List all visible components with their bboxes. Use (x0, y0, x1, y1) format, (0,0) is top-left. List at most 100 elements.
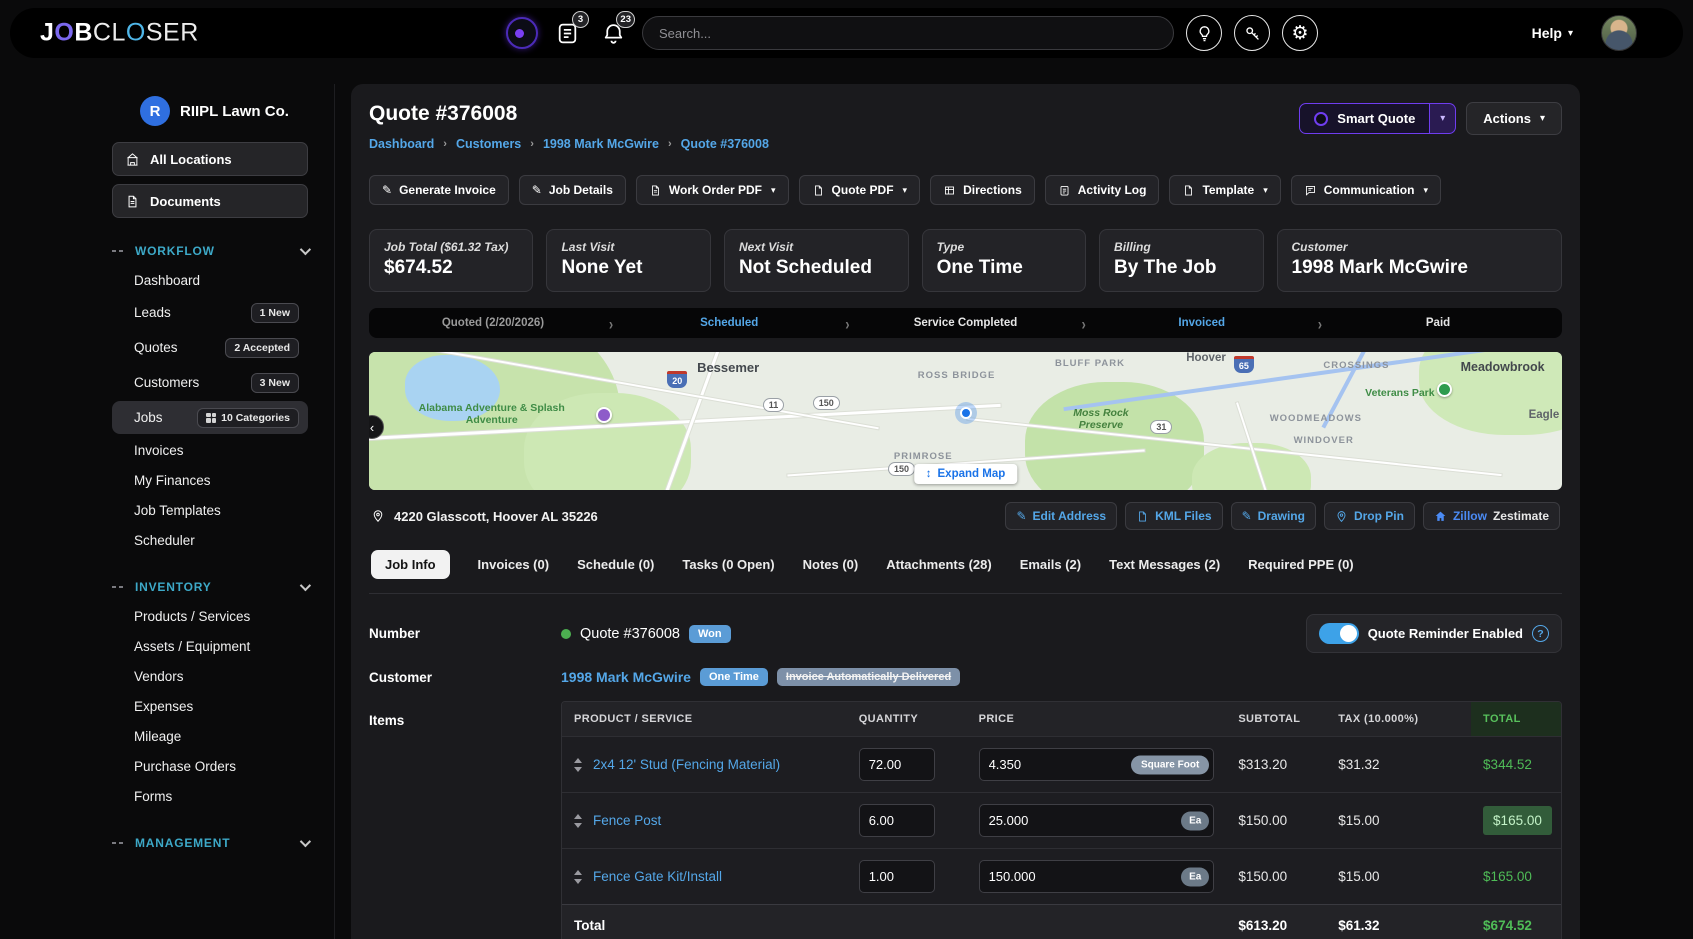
search-input[interactable] (642, 16, 1174, 50)
quantity-input[interactable] (859, 748, 935, 781)
chevron-right-icon: › (609, 313, 613, 333)
zillow-zestimate-button[interactable]: Zillow Zestimate (1423, 502, 1560, 530)
sidebar-item-dashboard[interactable]: Dashboard (112, 266, 308, 294)
topbar-center-cluster: 3 23 ⚙ (506, 15, 1318, 51)
quantity-input[interactable] (859, 860, 935, 893)
price-input[interactable] (979, 804, 1215, 837)
sidebar-item-leads[interactable]: Leads1 New (112, 296, 308, 329)
notifications-button[interactable]: 23 (596, 16, 630, 50)
template-button[interactable]: Template▾ (1169, 175, 1280, 205)
breadcrumb-quote[interactable]: Quote #376008 (681, 137, 769, 151)
pipeline-scheduled[interactable]: Scheduled (613, 317, 845, 329)
sidebar-item-customers[interactable]: Customers3 New (112, 366, 308, 399)
access-keys-button[interactable] (1234, 15, 1270, 51)
nav-label: Scheduler (134, 533, 195, 548)
expand-map-button[interactable]: ↕ Expand Map (914, 464, 1017, 484)
quote-pdf-button[interactable]: Quote PDF▾ (799, 175, 921, 205)
sidebar-item-mileage[interactable]: Mileage (112, 722, 308, 750)
communication-button[interactable]: Communication▾ (1291, 175, 1441, 205)
ideas-button[interactable] (1186, 15, 1222, 51)
items-row: Items PRODUCT / SERVICE QUANTITY PRICE S… (369, 701, 1562, 939)
file-icon (1182, 184, 1195, 197)
smart-quote-button[interactable]: Smart Quote (1299, 103, 1430, 134)
settings-button[interactable]: ⚙ (1282, 15, 1318, 51)
sidebar-item-job-templates[interactable]: Job Templates (112, 496, 308, 524)
sidebar-item-quotes[interactable]: Quotes2 Accepted (112, 331, 308, 364)
drop-pin-button[interactable]: Drop Pin (1324, 502, 1415, 530)
pipeline-paid[interactable]: Paid (1322, 317, 1554, 329)
job-details-button[interactable]: ✎Job Details (519, 175, 626, 205)
sidebar-item-purchase-orders[interactable]: Purchase Orders (112, 752, 308, 780)
product-link[interactable]: Fence Gate Kit/Install (593, 869, 722, 884)
tab-invoices[interactable]: Invoices (0) (478, 557, 550, 572)
app-logo[interactable]: JOBCLOSER (40, 19, 199, 48)
nav-label: Job Templates (134, 503, 221, 518)
reorder-handle[interactable] (574, 758, 582, 772)
sidebar-item-invoices[interactable]: Invoices (112, 436, 308, 464)
tab-emails[interactable]: Emails (2) (1020, 557, 1081, 572)
job-location-marker[interactable] (960, 407, 972, 419)
actions-button[interactable]: Actions ▾ (1466, 102, 1562, 135)
company-switcher[interactable]: R RIIPL Lawn Co. (140, 96, 314, 126)
sidebar-item-expenses[interactable]: Expenses (112, 692, 308, 720)
sidebar-item-assets-equipment[interactable]: Assets / Equipment (112, 632, 308, 660)
edit-address-button[interactable]: ✎Edit Address (1005, 502, 1117, 530)
file-icon (812, 184, 825, 197)
tab-required-ppe[interactable]: Required PPE (0) (1248, 557, 1353, 572)
customer-link[interactable]: 1998 Mark McGwire (561, 669, 691, 685)
product-link[interactable]: 2x4 12' Stud (Fencing Material) (593, 757, 780, 772)
zestimate-label: Zestimate (1493, 509, 1549, 523)
breadcrumb-dashboard[interactable]: Dashboard (369, 137, 434, 151)
smart-quote-dropdown-button[interactable]: ▾ (1430, 103, 1456, 134)
sidebar-item-jobs[interactable]: Jobs 10 Categories (112, 401, 308, 434)
tab-tasks[interactable]: Tasks (0 Open) (682, 557, 774, 572)
highway-shield: 20 (667, 371, 687, 388)
reorder-handle[interactable] (574, 870, 582, 884)
generate-invoice-button[interactable]: ✎Generate Invoice (369, 175, 509, 205)
sidebar-item-vendors[interactable]: Vendors (112, 662, 308, 690)
sidebar-item-products-services[interactable]: Products / Services (112, 602, 308, 630)
product-link[interactable]: Fence Post (593, 813, 661, 828)
workflow-section-header[interactable]: WORKFLOW (112, 244, 308, 258)
tab-attachments[interactable]: Attachments (28) (886, 557, 991, 572)
reorder-handle[interactable] (574, 814, 582, 828)
user-avatar[interactable] (1601, 15, 1637, 51)
work-order-pdf-button[interactable]: Work Order PDF▾ (636, 175, 789, 205)
tab-notes[interactable]: Notes (0) (803, 557, 859, 572)
tasks-list-button[interactable]: 3 (550, 16, 584, 50)
price-input[interactable] (979, 860, 1215, 893)
activity-log-button[interactable]: Activity Log (1045, 175, 1160, 205)
quantity-input[interactable] (859, 804, 935, 837)
help-question-icon[interactable]: ? (1532, 625, 1549, 642)
tab-text-messages[interactable]: Text Messages (2) (1109, 557, 1220, 572)
directions-button[interactable]: Directions (930, 175, 1035, 205)
pipeline-quoted[interactable]: Quoted (2/20/2026) (377, 317, 609, 329)
table-row: Fence Gate Kit/Install Ea $150.00 $15.00… (562, 848, 1561, 904)
sort-up-icon (574, 814, 582, 819)
quote-reminder-toggle[interactable] (1319, 623, 1359, 644)
last-visit-card: Last VisitNone Yet (546, 229, 710, 292)
tab-schedule[interactable]: Schedule (0) (577, 557, 654, 572)
sidebar-item-scheduler[interactable]: Scheduler (112, 526, 308, 554)
sidebar-item-my-finances[interactable]: My Finances (112, 466, 308, 494)
all-locations-button[interactable]: All Locations (112, 142, 308, 176)
sidebar-item-forms[interactable]: Forms (112, 782, 308, 810)
pipeline-invoiced[interactable]: Invoiced (1086, 317, 1318, 329)
location-map[interactable]: Bessemer ROSS BRIDGE BLUFF PARK Hoover C… (369, 352, 1562, 490)
stat-value: $674.52 (384, 257, 518, 279)
documents-button[interactable]: Documents (112, 184, 308, 218)
breadcrumb-customer[interactable]: 1998 Mark McGwire (543, 137, 659, 151)
inventory-section-header[interactable]: INVENTORY (112, 580, 308, 594)
map-vegetation (1025, 382, 1204, 490)
breadcrumb-customers[interactable]: Customers (456, 137, 521, 151)
management-section-header[interactable]: MANAGEMENT (112, 836, 308, 850)
help-menu[interactable]: Help ▾ (1532, 25, 1573, 41)
zillow-logo: Zillow (1453, 509, 1487, 523)
pipeline-service-completed[interactable]: Service Completed (850, 317, 1082, 329)
kml-files-button[interactable]: KML Files (1125, 502, 1222, 530)
stat-label: Last Visit (561, 240, 695, 254)
status-orb-icon[interactable] (506, 17, 538, 49)
actions-label: Actions (1483, 111, 1531, 126)
drawing-button[interactable]: ✎Drawing (1231, 502, 1316, 530)
tab-job-info[interactable]: Job Info (371, 550, 450, 579)
